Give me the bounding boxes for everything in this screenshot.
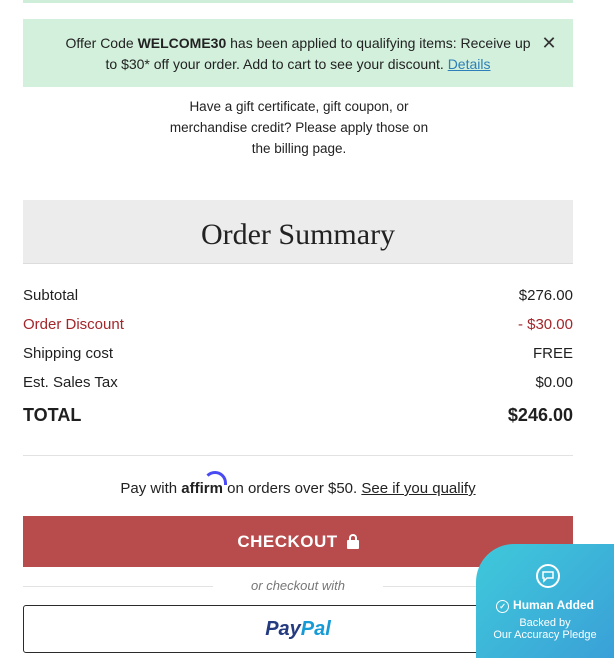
- paypal-logo-pal: Pal: [300, 618, 331, 640]
- order-summary-heading: Order Summary: [23, 200, 573, 264]
- badge-line-2: Our Accuracy Pledge: [493, 629, 597, 641]
- total-row: TOTAL $246.00: [23, 404, 573, 426]
- checkout-label: CHECKOUT: [237, 532, 338, 551]
- paypal-logo-pay: Pay: [265, 618, 301, 640]
- subtotal-row: Subtotal $276.00: [23, 285, 573, 307]
- promo-details-link[interactable]: Details: [448, 56, 491, 72]
- affirm-prefix: Pay with: [120, 480, 182, 497]
- promo-prefix: Offer Code: [65, 35, 138, 51]
- order-discount-label: Order Discount: [23, 316, 124, 333]
- total-value: $246.00: [507, 405, 573, 425]
- gift-certificate-note: Have a gift certificate, gift coupon, or…: [169, 99, 429, 156]
- top-divider: [23, 0, 573, 3]
- sales-tax-row: Est. Sales Tax $0.00: [23, 372, 573, 394]
- affirm-suffix: on orders over $50.: [222, 480, 362, 497]
- promo-code: WELCOME30: [137, 35, 227, 51]
- promo-banner: Offer Code WELCOME30 has been applied to…: [23, 19, 573, 87]
- sales-tax-label: Est. Sales Tax: [23, 374, 118, 391]
- order-discount-value: - $30.00: [517, 316, 573, 333]
- affirm-promo: Pay with affirm on orders over $50. See …: [23, 471, 573, 500]
- check-circle-icon: ✓: [496, 600, 510, 613]
- accuracy-pledge-badge[interactable]: ✓ Human Added Backed by Our Accuracy Pled…: [476, 544, 614, 658]
- speech-bubble-icon: [536, 564, 560, 588]
- subtotal-value: $276.00: [518, 287, 573, 304]
- lock-icon: [346, 534, 359, 549]
- shipping-label: Shipping cost: [23, 345, 114, 362]
- subtotal-label: Subtotal: [23, 287, 79, 304]
- close-icon[interactable]: ✕: [541, 34, 557, 52]
- total-label: TOTAL: [23, 405, 82, 425]
- affirm-logo: affirm: [181, 471, 228, 500]
- shipping-row: Shipping cost FREE: [23, 343, 573, 365]
- badge-title: ✓ Human Added: [476, 597, 614, 613]
- order-discount-row: Order Discount - $30.00: [23, 314, 573, 336]
- affirm-arc-icon: [203, 471, 228, 485]
- shipping-value: FREE: [532, 345, 573, 362]
- sales-tax-value: $0.00: [535, 374, 573, 391]
- affirm-qualify-link[interactable]: See if you qualify: [361, 480, 475, 497]
- summary-divider: [23, 455, 573, 456]
- badge-title-text: Human Added: [513, 598, 594, 612]
- badge-subtitle: Backed by Our Accuracy Pledge: [476, 617, 614, 641]
- badge-line-1: Backed by: [519, 617, 571, 629]
